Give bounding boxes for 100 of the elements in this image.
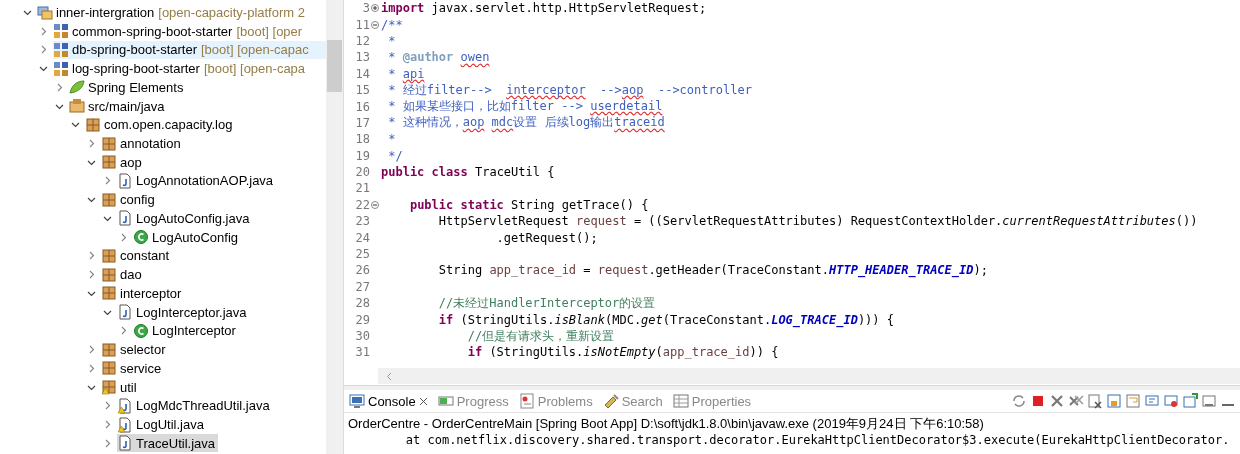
remove-icon[interactable] (1049, 393, 1065, 409)
code-line: * 经过filter--> interceptor -->aop -->controller (387, 81, 752, 99)
tree-item[interactable]: LogUtil.java (117, 415, 207, 434)
expand-chevron-icon[interactable] (87, 270, 96, 280)
new-console-icon[interactable] (1182, 393, 1198, 409)
line-number: 29 (354, 312, 370, 327)
expand-chevron-icon[interactable] (119, 326, 128, 336)
expand-chevron-icon[interactable] (87, 363, 96, 373)
expand-chevron-icon[interactable] (39, 26, 48, 36)
close-icon[interactable] (418, 396, 428, 406)
tree-item[interactable]: service (101, 359, 165, 378)
item-label: interceptor (120, 285, 182, 301)
line-number: 21 (354, 181, 370, 196)
tree-item[interactable]: src/main/java (69, 97, 168, 116)
expand-chevron-icon[interactable] (103, 420, 112, 429)
line-number: 19 (354, 148, 370, 163)
expand-fold-icon[interactable] (371, 4, 379, 13)
scrollbar-thumb[interactable] (327, 40, 342, 92)
package-icon (101, 135, 117, 152)
view-tab[interactable]: Progress (432, 390, 514, 412)
sync-icon[interactable] (1011, 393, 1027, 409)
expand-chevron-icon[interactable] (39, 45, 48, 55)
collapse-chevron-icon[interactable] (39, 64, 48, 74)
item-label: selector (120, 342, 166, 358)
tree-item[interactable]: inner-intergration [open-capacity-platform 2 (37, 3, 308, 22)
code-line: if (StringUtils.isNotEmpty(app_trace_id)) { (466, 345, 779, 360)
tree-item[interactable]: util (101, 378, 140, 397)
expand-chevron-icon[interactable] (87, 345, 96, 355)
view-tab[interactable]: Problems (513, 390, 598, 412)
view-tab[interactable]: Search (597, 390, 668, 412)
collapse-fold-icon[interactable] (371, 200, 379, 209)
collapse-chevron-icon[interactable] (87, 195, 96, 205)
tree-item[interactable]: common-spring-boot-starter [boot] [oper (53, 22, 306, 41)
tree-item[interactable]: log-spring-boot-starter [boot] [open-capa (53, 59, 309, 78)
code-line: //但是有请求头，重新设置 (466, 327, 615, 345)
scrollbar[interactable] (326, 0, 343, 454)
project-set-icon (37, 4, 53, 21)
tree-item[interactable]: LogInterceptor.java (117, 303, 250, 322)
collapse-chevron-icon[interactable] (71, 120, 80, 130)
expand-chevron-icon[interactable] (87, 251, 96, 261)
expand-chevron-icon[interactable] (87, 139, 96, 148)
package-icon (101, 379, 117, 396)
horizontal-scrollbar[interactable] (378, 368, 1240, 384)
tree-item[interactable]: dao (101, 265, 145, 284)
tree-item[interactable]: LogInterceptor (133, 321, 239, 340)
line-number: 23 (354, 214, 370, 229)
code-line: * (387, 33, 396, 48)
line-number: 30 (354, 329, 370, 343)
java-file-icon (117, 304, 133, 321)
package-icon (101, 341, 117, 358)
clear-console-icon[interactable] (1087, 393, 1103, 409)
tree-item[interactable]: LogMdcThreadUtil.java (117, 396, 273, 415)
line-number: 22 (354, 197, 370, 212)
item-label: common-spring-boot-starter (72, 23, 233, 39)
tree-item[interactable]: constant (101, 246, 173, 265)
item-label: LogInterceptor (152, 323, 236, 339)
console-header: OrderCentre - OrderCentreMain [Spring Boot App] D:\soft\jdk1.8.0\bin\javaw.exe (2019年9月24日 下午6:10:58) (347, 415, 985, 433)
tree-item[interactable]: Spring Elements (69, 78, 187, 97)
line-number: 31 (354, 345, 370, 360)
tree-item[interactable]: selector (101, 340, 169, 359)
source-folder-icon (69, 98, 85, 115)
leaf-icon (69, 79, 85, 96)
class-icon (133, 322, 149, 339)
view-tab[interactable]: Properties (667, 390, 757, 412)
tree-item[interactable]: LogAutoConfig.java (117, 209, 253, 228)
tree-item[interactable]: config (101, 190, 158, 209)
package-icon (101, 285, 117, 302)
code-line: HttpServletRequest request = ((ServletRequestAttributes) RequestContextHolder.currentRequestAttributes()) (437, 214, 1198, 229)
tree-item[interactable]: interceptor (101, 284, 185, 303)
tree-item[interactable]: annotation (101, 134, 184, 153)
code-line: * (387, 132, 396, 147)
collapse-fold-icon[interactable] (371, 20, 379, 29)
java-file-icon (117, 397, 133, 414)
expand-chevron-icon[interactable] (119, 232, 128, 242)
tree-item[interactable]: aop (101, 153, 145, 172)
expand-chevron-icon[interactable] (103, 176, 112, 186)
package-icon (101, 247, 117, 264)
expand-chevron-icon[interactable] (55, 82, 64, 92)
tree-item[interactable]: LogAutoConfig (133, 228, 241, 247)
scroll-left-icon[interactable] (386, 371, 392, 381)
tree-item[interactable]: com.open.capacity.log (85, 115, 236, 134)
line-number: 12 (354, 33, 370, 48)
console-icon (349, 393, 365, 409)
item-label: LogAutoConfig.java (136, 210, 250, 226)
code-line: public static String getTrace() { (408, 197, 649, 212)
tree-item[interactable]: db-spring-boot-starter [boot] [open-capac (53, 40, 326, 59)
code-line: * @author owen (387, 50, 490, 65)
expand-chevron-icon[interactable] (103, 438, 112, 448)
package-icon (85, 116, 101, 133)
tree-item[interactable]: LogAnnotationAOP.java (117, 171, 277, 190)
item-label: util (120, 379, 137, 395)
code-line: * 这种情况，aop mdc设置 后续log输出 traceid (387, 114, 665, 132)
progress-icon (437, 393, 454, 409)
java-file-icon (117, 210, 133, 227)
code-line: * 如果某些接口，比如filter --> userdetail (387, 98, 663, 116)
line-number: 13 (354, 50, 370, 65)
expand-chevron-icon[interactable] (103, 401, 112, 411)
tree-item[interactable]: TraceUtil.java (117, 434, 218, 453)
properties-icon (672, 393, 689, 409)
stop-icon[interactable] (1030, 393, 1046, 409)
